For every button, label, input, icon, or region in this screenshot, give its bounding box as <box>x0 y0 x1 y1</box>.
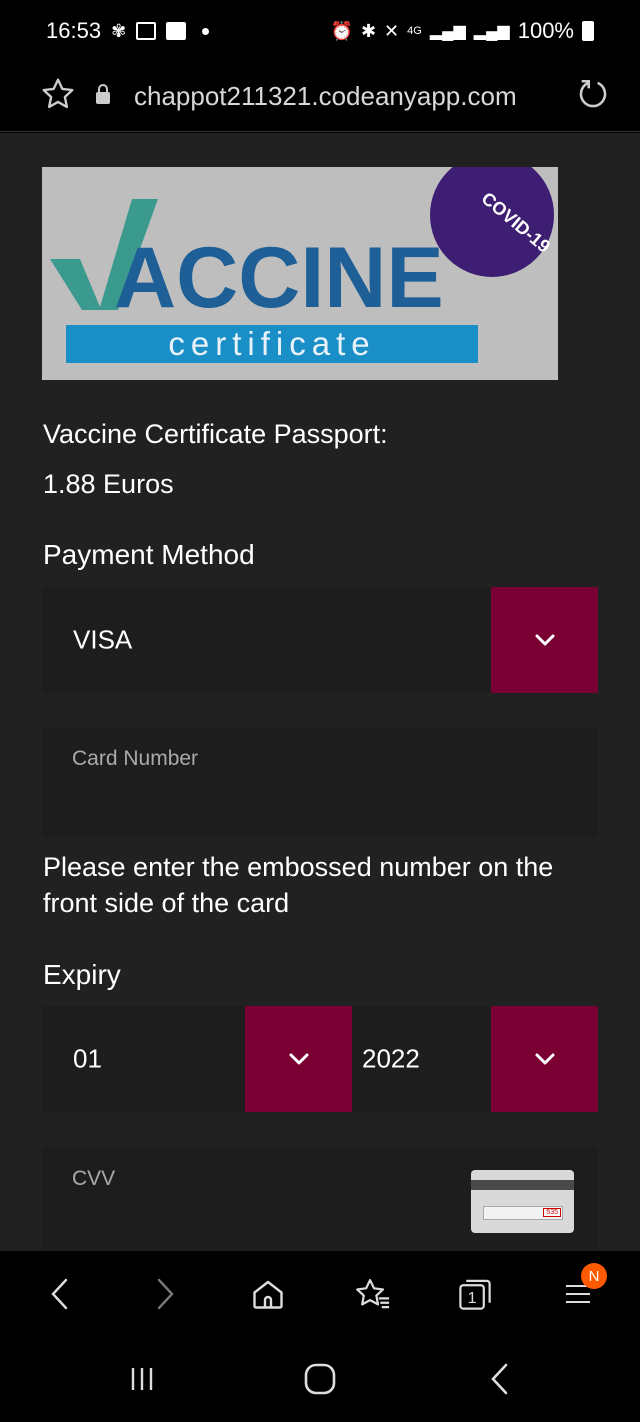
banner-subtitle: certificate <box>168 325 375 362</box>
expiry-label: Expiry <box>43 959 121 990</box>
payment-method-value: VISA <box>73 624 133 655</box>
bluetooth-icon: ✱ <box>360 20 377 41</box>
product-price: 1.88 Euros <box>43 469 174 499</box>
battery-percent: 100% <box>517 18 574 43</box>
payment-method-select[interactable]: VISA <box>42 587 598 693</box>
back-icon[interactable] <box>470 1357 530 1401</box>
card-number-field[interactable] <box>42 727 598 837</box>
expiry-year-value: 2022 <box>362 1043 420 1074</box>
menu-icon[interactable]: N <box>553 1263 607 1319</box>
page-content: ACCINE certificate COVID-19 Vaccine Cert… <box>0 133 640 1251</box>
star-icon[interactable] <box>40 76 76 117</box>
tabs-count: 1 <box>468 1289 477 1307</box>
browser-toolbar: 1 N <box>0 1251 640 1339</box>
card-number-input[interactable] <box>72 747 472 771</box>
expiry-year-dropdown-button[interactable] <box>491 1006 598 1112</box>
back-icon[interactable] <box>35 1269 85 1319</box>
banner-title: ACCINE <box>114 230 444 326</box>
url-text[interactable]: chappot211321.codeanyapp.com <box>134 81 517 112</box>
expiry-month-value: 01 <box>73 1043 102 1074</box>
url-bar: chappot211321.codeanyapp.com <box>0 62 640 132</box>
signal-icon: ▂▄▆ <box>429 23 466 40</box>
pinwheel-icon: ✾ <box>111 20 127 41</box>
alarm-icon: ⏰ <box>330 20 353 41</box>
notification-dot <box>202 27 210 35</box>
battery-icon <box>582 21 594 41</box>
payment-method-label: Payment Method <box>43 539 255 570</box>
notification-badge: N <box>581 1263 607 1289</box>
mute-icon: ✕ <box>384 20 400 41</box>
vaccine-certificate-banner: ACCINE certificate COVID-19 <box>42 167 558 380</box>
tiktok-icon <box>166 22 187 40</box>
magnetic-stripe <box>471 1180 574 1190</box>
chevron-down-icon <box>289 1053 308 1065</box>
reload-icon[interactable] <box>576 77 610 116</box>
status-bar: 16:53 ✾ ⏰ ✱ ✕ 4G ▂▄▆ ▂▄▆ 100% <box>0 0 640 62</box>
bookmarks-icon[interactable] <box>348 1269 398 1319</box>
network-type: 4G <box>407 25 422 37</box>
signal-icon: ▂▄▆ <box>473 23 510 40</box>
gallery-icon <box>136 22 157 40</box>
cvv-field[interactable]: 535 <box>42 1147 598 1251</box>
product-label: Vaccine Certificate Passport: <box>43 419 388 449</box>
recents-icon[interactable] <box>112 1357 172 1401</box>
status-time: 16:53 <box>46 18 102 43</box>
forward-icon[interactable] <box>140 1269 190 1319</box>
card-back-illustration: 535 <box>471 1170 574 1233</box>
expiry-month-select[interactable]: 01 <box>42 1006 352 1112</box>
lock-icon <box>94 83 112 110</box>
payment-method-dropdown-button[interactable] <box>491 587 598 693</box>
tabs-icon[interactable]: 1 <box>450 1269 500 1319</box>
home-icon[interactable] <box>290 1357 350 1401</box>
card-number-hint: Please enter the embossed number on the … <box>43 852 554 918</box>
home-icon[interactable] <box>243 1269 293 1319</box>
chevron-down-icon <box>535 634 554 646</box>
system-nav-bar <box>0 1339 640 1422</box>
cvv-input[interactable] <box>72 1167 472 1191</box>
cvv-code-badge: 535 <box>543 1208 561 1217</box>
chevron-down-icon <box>535 1053 554 1065</box>
expiry-year-select[interactable]: 2022 <box>352 1006 598 1112</box>
expiry-month-dropdown-button[interactable] <box>245 1006 352 1112</box>
